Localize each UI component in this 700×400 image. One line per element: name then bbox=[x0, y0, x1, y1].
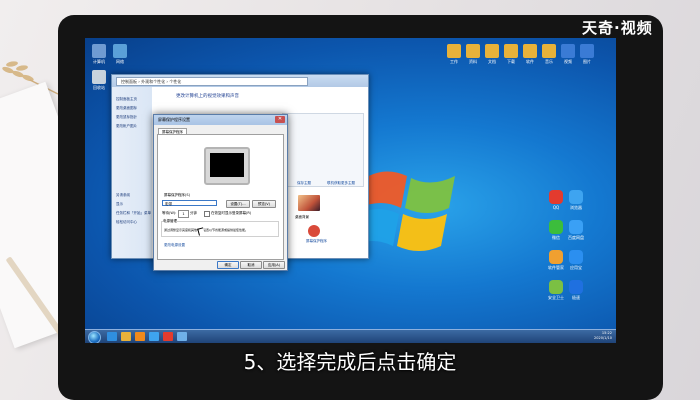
network-icon bbox=[113, 44, 127, 58]
computer-icon bbox=[92, 44, 106, 58]
sidebar-item-ease-of-access[interactable]: 轻松访问中心 bbox=[112, 218, 152, 227]
app-icon bbox=[569, 190, 583, 204]
folder-icon bbox=[447, 44, 461, 58]
folder-icon bbox=[466, 44, 480, 58]
close-icon[interactable]: ✕ bbox=[275, 116, 285, 123]
sidebar-item-mouse[interactable]: 更改鼠标指针 bbox=[112, 113, 152, 122]
desktop-icon-right-6[interactable]: 安全卫士 bbox=[545, 280, 567, 300]
taskbar-control-panel-icon[interactable] bbox=[177, 332, 187, 341]
sidebar-item-desktop-icons[interactable]: 更改桌面图标 bbox=[112, 104, 152, 113]
minutes-label: 分钟 bbox=[190, 211, 197, 215]
desktop-icon-right-0[interactable]: QQ bbox=[545, 190, 567, 210]
sidebar-item-taskbar[interactable]: 任务栏和「开始」菜单 bbox=[112, 209, 152, 218]
save-theme-link[interactable]: 保存主题 bbox=[297, 181, 311, 186]
desktop-background-thumbnail[interactable] bbox=[298, 195, 320, 211]
video-subtitle: 5、选择完成后点击确定 bbox=[243, 350, 457, 374]
screen-saver-icon[interactable] bbox=[308, 225, 320, 237]
sidebar-see-also: 另请参阅 bbox=[116, 193, 130, 197]
settings-button[interactable]: 设置(T)... bbox=[226, 200, 250, 208]
preview-button[interactable]: 预览(V) bbox=[252, 200, 276, 208]
windows-logo bbox=[355, 171, 455, 251]
taskbar-browser-icon[interactable] bbox=[149, 332, 159, 341]
app-icon bbox=[549, 190, 563, 204]
folder-icon bbox=[523, 44, 537, 58]
desktop-icon-recycle-bin[interactable]: 回收站 bbox=[88, 70, 110, 90]
folder-icon bbox=[542, 44, 556, 58]
app-icon bbox=[549, 280, 563, 294]
desktop-icon-right-1[interactable]: 浏览器 bbox=[565, 190, 587, 210]
folder-icon bbox=[580, 44, 594, 58]
desktop-icon-network[interactable]: 网络 bbox=[109, 44, 131, 64]
address-bar[interactable]: 控制面板 › 外观和个性化 › 个性化 bbox=[116, 77, 308, 86]
wait-label: 等待(W): bbox=[162, 211, 177, 215]
recycle-bin-icon bbox=[92, 70, 106, 84]
taskbar-ie-icon[interactable] bbox=[107, 332, 117, 341]
folder-icon bbox=[504, 44, 518, 58]
folder-icon bbox=[485, 44, 499, 58]
monitor-preview bbox=[204, 147, 250, 185]
power-management-label: 电源管理 bbox=[163, 219, 177, 224]
folder-icon bbox=[561, 44, 575, 58]
screen-saver-dialog[interactable]: 屏幕保护程序设置 ✕ 屏幕保护程序 屏幕保护程序(S) 彩带 设置(T)... … bbox=[153, 114, 288, 271]
desktop-icon-computer[interactable]: 计算机 bbox=[88, 44, 110, 64]
system-clock[interactable]: 15:22 2020/1/10 bbox=[594, 331, 612, 341]
desktop-screen: 计算机 网络 回收站 工作 资料 文档 下载 软件 音乐 视频 图片 QQ 浏览器 微信 百度网盘软… bbox=[85, 38, 616, 343]
screen-saver-link[interactable]: 屏幕保护程序 bbox=[306, 239, 327, 244]
app-icon bbox=[569, 280, 583, 294]
dialog-pane: 屏幕保护程序(S) bbox=[157, 134, 284, 260]
explorer-sidebar: 控制面板主页 更改桌面图标 更改鼠标指针 更改帐户图片 另请参阅 显示 任务栏和… bbox=[112, 87, 152, 258]
taskbar-qq-icon[interactable] bbox=[163, 332, 173, 341]
resume-logon-checkbox[interactable] bbox=[204, 211, 210, 217]
desktop-icon-top-7[interactable]: 图片 bbox=[576, 44, 598, 64]
get-themes-link[interactable]: 联机获取更多主题 bbox=[327, 181, 355, 186]
resume-logon-label: 在恢复时显示登录屏幕(R) bbox=[211, 211, 252, 215]
theme-panel bbox=[282, 113, 364, 187]
desktop-icon-right-5[interactable]: 应用宝 bbox=[565, 250, 587, 270]
desktop-icon-right-7[interactable]: 极速 bbox=[565, 280, 587, 300]
screen-saver-select[interactable]: 彩带 bbox=[162, 200, 217, 206]
desktop-background-label: 桌面背景 bbox=[295, 215, 309, 219]
screen-saver-section-label: 屏幕保护程序(S) bbox=[164, 193, 190, 197]
apply-button[interactable]: 应用(A) bbox=[263, 261, 285, 269]
app-icon bbox=[569, 220, 583, 234]
change-power-settings-link[interactable]: 更改电源设置 bbox=[164, 243, 185, 248]
taskbar: 15:22 2020/1/10 bbox=[85, 329, 616, 343]
ok-button[interactable]: 确定 bbox=[217, 261, 239, 269]
sidebar-item-account-picture[interactable]: 更改帐户图片 bbox=[112, 122, 152, 131]
taskbar-folder-icon[interactable] bbox=[121, 332, 131, 341]
sidebar-item-home[interactable]: 控制面板主页 bbox=[112, 95, 152, 104]
explorer-titlebar[interactable]: 控制面板 › 外观和个性化 › 个性化 bbox=[112, 75, 368, 87]
start-button[interactable] bbox=[88, 331, 101, 343]
app-icon bbox=[569, 250, 583, 264]
sidebar-item-display[interactable]: 显示 bbox=[112, 200, 152, 209]
power-management-text: 通过调整显示亮度和其他电源设置以节省能源或提供最佳性能。 bbox=[164, 228, 249, 232]
wait-minutes-input[interactable]: 1 bbox=[178, 210, 189, 218]
desktop-icon-right-3[interactable]: 百度网盘 bbox=[565, 220, 587, 240]
app-icon bbox=[549, 220, 563, 234]
app-icon bbox=[549, 250, 563, 264]
page-heading: 更改计算机上的视觉效果和声音 bbox=[176, 94, 239, 99]
cancel-button[interactable]: 取消 bbox=[240, 261, 262, 269]
desktop-icon-right-2[interactable]: 微信 bbox=[545, 220, 567, 240]
dialog-titlebar[interactable]: 屏幕保护程序设置 ✕ bbox=[154, 115, 287, 125]
desktop-icon-right-4[interactable]: 软件管家 bbox=[545, 250, 567, 270]
watermark-logo: 天奇·视频 bbox=[582, 19, 653, 37]
taskbar-media-icon[interactable] bbox=[135, 332, 145, 341]
